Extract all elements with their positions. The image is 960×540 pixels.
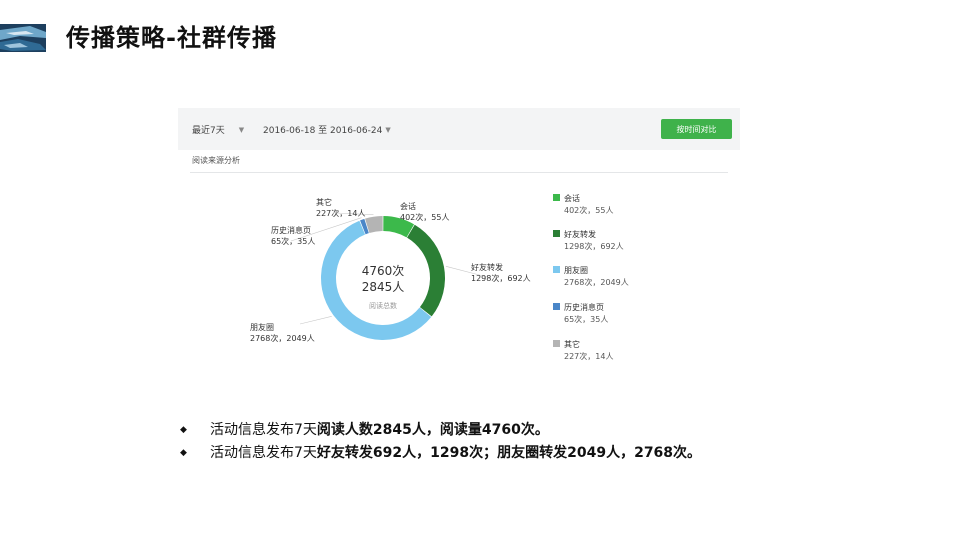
legend-swatch [553, 266, 560, 273]
bullet-item: ◆ 活动信息发布7天阅读人数2845人，阅读量4760次。 [180, 420, 900, 443]
legend-swatch [553, 194, 560, 201]
slice-label-name: 历史消息页 [271, 225, 311, 235]
bullet-prefix: 活动信息发布7天 [210, 445, 317, 461]
slice-label-name: 其它 [316, 197, 332, 207]
bullet-prefix: 活动信息发布7天 [210, 422, 317, 438]
legend-value: 227次，14人 [564, 351, 613, 361]
diamond-bullet-icon: ◆ [180, 425, 187, 435]
slide-title: 传播策略-社群传播 [66, 24, 277, 52]
center-total-people: 2845人 [362, 280, 405, 294]
slice-label-value: 65次，35人 [271, 236, 315, 246]
legend-swatch [553, 303, 560, 310]
center-total-reads: 4760次 [362, 264, 405, 278]
reading-source-donut-chart: 会话402次，55人会话402次，55人好友转发1298次，692人好友转发12… [250, 193, 629, 361]
slice-label-value: 2768次，2049人 [250, 333, 315, 343]
bullet-highlight: 阅读人数2845人，阅读量4760次。 [316, 422, 549, 438]
donut-slice-2 [407, 224, 446, 317]
slice-label-name: 好友转发 [471, 262, 503, 272]
brand-logo [0, 24, 46, 52]
leader-line [299, 316, 332, 325]
slice-label-value: 1298次，692人 [471, 273, 531, 283]
legend-swatch [553, 340, 560, 347]
legend-swatch [553, 230, 560, 237]
bullet-highlight: 好友转发692人，1298次；朋友圈转发2049人，2768次。 [316, 445, 702, 461]
legend-name: 好友转发 [564, 229, 596, 239]
legend-value: 402次，55人 [564, 205, 613, 215]
legend-name: 历史消息页 [564, 302, 604, 312]
legend-name: 朋友圈 [564, 265, 588, 275]
diamond-bullet-icon: ◆ [180, 448, 187, 458]
legend-value: 65次，35人 [564, 314, 608, 324]
legend-value: 1298次，692人 [564, 241, 624, 251]
legend-name: 会话 [564, 193, 580, 203]
slice-label-name: 朋友圈 [250, 322, 274, 332]
bullet-item: ◆ 活动信息发布7天好友转发692人，1298次；朋友圈转发2049人，2768… [180, 443, 900, 466]
legend-name: 其它 [564, 339, 580, 349]
center-caption: 阅读总数 [369, 301, 397, 310]
reading-source-panel: 最近7天 ▼ 2016-06-18 至 2016-06-24 ▼ 按时间对比 阅… [178, 108, 740, 414]
bullet-list: ◆ 活动信息发布7天阅读人数2845人，阅读量4760次。 ◆ 活动信息发布7天… [180, 420, 900, 466]
slice-label-value: 402次，55人 [400, 212, 449, 222]
slice-label-name: 会话 [400, 201, 416, 211]
legend-value: 2768次，2049人 [564, 277, 629, 287]
slice-label-value: 227次，14人 [316, 208, 365, 218]
